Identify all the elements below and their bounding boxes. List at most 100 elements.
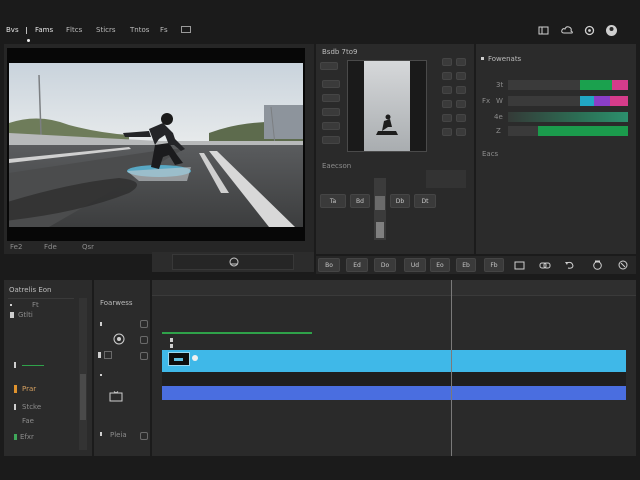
effects-item[interactable]: Gtlti: [8, 310, 74, 320]
source-right-button[interactable]: [442, 128, 452, 136]
source-button[interactable]: Bd: [350, 194, 370, 208]
effects-item[interactable]: Stcke: [8, 402, 74, 412]
source-tool-button[interactable]: [320, 62, 338, 70]
menu-item[interactable]: Bvs: [6, 26, 19, 34]
source-section-box: [426, 170, 466, 188]
source-button[interactable]: Dt: [414, 194, 436, 208]
menu-item[interactable]: Fams: [35, 26, 53, 34]
fit-icon[interactable]: [616, 259, 630, 271]
track-mute-button[interactable]: [104, 351, 112, 359]
timecode-icon[interactable]: [228, 256, 240, 268]
source-right-button[interactable]: [442, 86, 452, 94]
toolbar-button[interactable]: Eb: [456, 258, 476, 272]
source-slider-track[interactable]: [374, 178, 386, 240]
link-icon[interactable]: [538, 259, 552, 271]
source-right-button[interactable]: [456, 58, 466, 66]
source-right-button[interactable]: [442, 100, 452, 108]
source-right-button[interactable]: [442, 72, 452, 80]
inspector-bar-fill-cyan: [580, 96, 594, 106]
source-right-button[interactable]: [456, 72, 466, 80]
playhead-line[interactable]: [451, 280, 452, 456]
menu-item[interactable]: Fltcs: [66, 26, 82, 34]
source-right-button[interactable]: [456, 100, 466, 108]
effects-divider: [8, 298, 74, 299]
source-thumbnail[interactable]: [347, 60, 427, 152]
video-clip[interactable]: [162, 350, 626, 372]
source-right-button[interactable]: [456, 114, 466, 122]
toolbar-button[interactable]: Ed: [346, 258, 368, 272]
clip-thumbnail-mark: [174, 358, 183, 361]
media-row: [96, 318, 148, 330]
track-toggle[interactable]: [140, 320, 148, 328]
toolbar-button[interactable]: Eo: [430, 258, 450, 272]
source-right-button[interactable]: [442, 58, 452, 66]
source-tool-button[interactable]: [322, 80, 340, 88]
effects-item[interactable]: Fae: [8, 416, 74, 426]
track-toggle[interactable]: [140, 432, 148, 440]
inspector-bar[interactable]: [508, 96, 628, 106]
timeline-area[interactable]: [152, 280, 636, 456]
panel-layout-icon[interactable]: [537, 24, 549, 36]
source-button[interactable]: Ta: [320, 194, 346, 208]
menu-item[interactable]: Tntos: [130, 26, 149, 34]
source-right-button[interactable]: [456, 86, 466, 94]
effects-item-label: Prar: [22, 385, 37, 393]
inspector-section-label: Eacs: [482, 150, 499, 158]
video-frame-image: [9, 63, 303, 227]
marker-icon[interactable]: [512, 259, 526, 271]
timeline-ruler[interactable]: [152, 280, 636, 296]
settings-icon[interactable]: [583, 24, 595, 36]
effects-scrollbar[interactable]: [79, 298, 87, 450]
monitor-icon[interactable]: [108, 390, 124, 404]
track-toggle[interactable]: [140, 336, 148, 344]
effects-panel-title: Oatrelis Eon: [9, 286, 52, 294]
preview-label: Fe2: [10, 243, 23, 251]
audio-clip[interactable]: [162, 386, 626, 400]
toolbar-button[interactable]: Ud: [404, 258, 426, 272]
undo-icon[interactable]: [562, 259, 576, 271]
media-row: [96, 350, 148, 362]
snapshot-icon[interactable]: [590, 259, 604, 271]
effects-item[interactable]: Efxr: [8, 432, 74, 442]
inspector-bar-fill-violet: [594, 96, 610, 106]
clip-audio-dot: [192, 355, 198, 361]
toolbar-button[interactable]: Bo: [318, 258, 340, 272]
source-tool-button[interactable]: [322, 136, 340, 144]
effects-item[interactable]: Ft: [8, 300, 74, 310]
menu-item[interactable]: Fs: [160, 26, 168, 34]
source-tool-button[interactable]: [322, 108, 340, 116]
inspector-bar[interactable]: [508, 112, 628, 122]
source-tool-button[interactable]: [322, 122, 340, 130]
effects-item[interactable]: Prar: [8, 384, 74, 394]
source-tool-button[interactable]: [322, 94, 340, 102]
inspector-bar[interactable]: [508, 80, 628, 90]
preview-label: Qsr: [82, 243, 95, 251]
preview-viewport[interactable]: [7, 48, 305, 241]
toolbar-button[interactable]: Do: [374, 258, 396, 272]
media-panel: Foarwess Pleia: [94, 280, 150, 456]
effects-item[interactable]: [8, 360, 74, 370]
menu-small-icon[interactable]: [181, 26, 191, 33]
inspector-bar[interactable]: [508, 126, 628, 136]
toolbar-button[interactable]: Fb: [484, 258, 504, 272]
inspector-bar-fill-green: [538, 126, 628, 136]
effects-item-label: Stcke: [22, 403, 42, 411]
selection-range-bar[interactable]: [162, 332, 312, 334]
preview-label: Fde: [44, 243, 57, 251]
source-button[interactable]: Db: [390, 194, 410, 208]
source-right-button[interactable]: [456, 128, 466, 136]
clip-thumbnail: [168, 352, 190, 366]
source-slider-knob[interactable]: [375, 196, 385, 210]
clip-gap: [162, 372, 626, 386]
item-accent-icon: [14, 385, 17, 393]
disc-icon[interactable]: [112, 332, 126, 346]
source-right-button[interactable]: [442, 114, 452, 122]
effects-scrollbar-thumb[interactable]: [80, 374, 86, 420]
item-icon: [10, 312, 14, 318]
user-icon[interactable]: [604, 23, 618, 37]
source-list-left: [318, 58, 342, 158]
source-panel: Bsdb 7to9 Eaecson Ta Bd Db Dt: [316, 44, 474, 254]
menu-item[interactable]: Sticrs: [96, 26, 116, 34]
track-toggle[interactable]: [140, 352, 148, 360]
cloud-icon[interactable]: [560, 24, 574, 36]
